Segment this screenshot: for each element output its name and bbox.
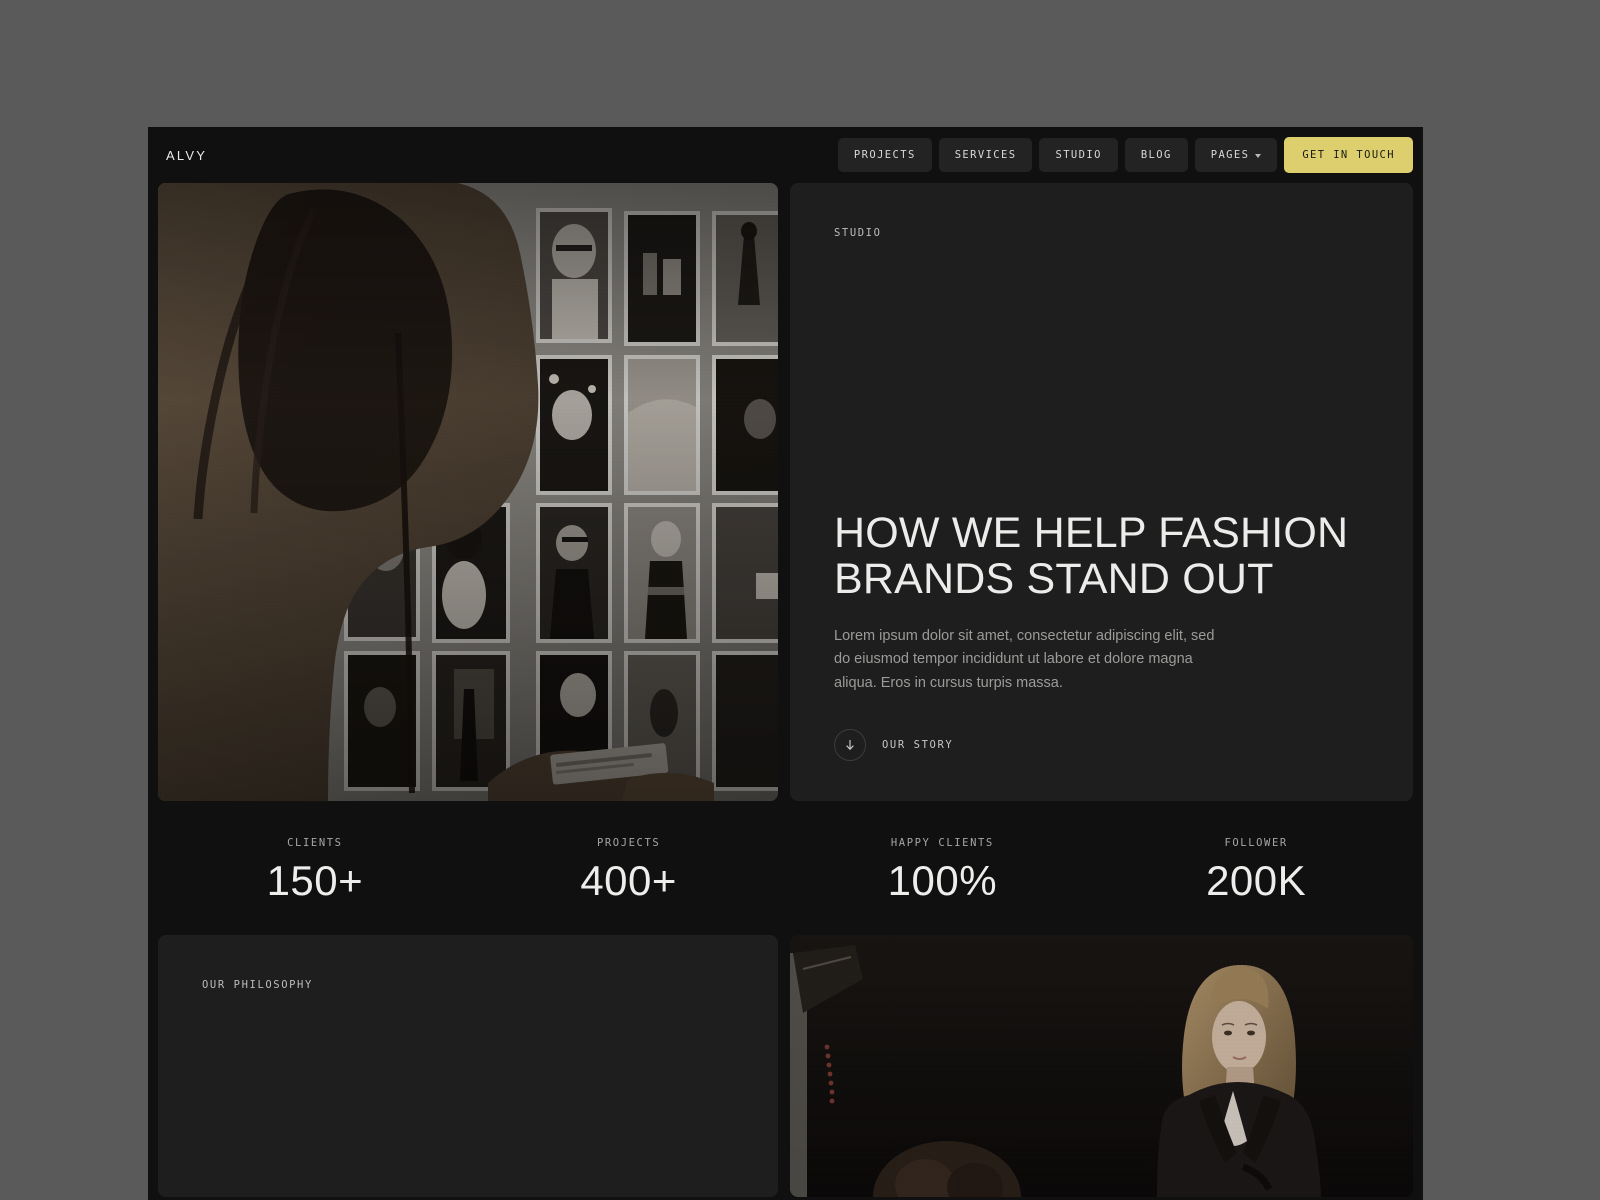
arrow-down-icon	[834, 729, 866, 761]
stats-section: CLIENTS 150+ PROJECTS 400+ HAPPY CLIENTS…	[148, 801, 1423, 935]
our-story-label: OUR STORY	[882, 739, 954, 751]
nav-label: BLOG	[1140, 149, 1172, 161]
hero-section: STUDIO HOW WE HELP FASHION BRANDS STAND …	[148, 183, 1423, 801]
hero-spacer	[834, 239, 1369, 510]
stat-label: PROJECTS	[596, 837, 661, 849]
main-navigation: PROJECTS SERVICES STUDIO BLOG PAGES GET …	[837, 137, 1413, 173]
stat-clients: CLIENTS 150+	[158, 837, 472, 905]
get-in-touch-button[interactable]: GET IN TOUCH	[1284, 137, 1413, 173]
philosophy-section: OUR PHILOSOPHY	[148, 935, 1423, 1197]
nav-label: PROJECTS	[853, 149, 916, 161]
stat-happy-clients: HAPPY CLIENTS 100%	[786, 837, 1100, 905]
stat-label: CLIENTS	[287, 837, 343, 849]
chevron-down-icon	[1255, 154, 1262, 158]
nav-item-services[interactable]: SERVICES	[938, 138, 1033, 172]
hero-image	[158, 183, 778, 801]
hero-eyebrow: STUDIO	[834, 227, 882, 239]
nav-label: SERVICES	[954, 149, 1017, 161]
nav-item-projects[interactable]: PROJECTS	[837, 138, 932, 172]
site-canvas: ALVY PROJECTS SERVICES STUDIO BLOG PAGES…	[148, 127, 1423, 1200]
philosophy-card: OUR PHILOSOPHY	[158, 935, 778, 1197]
nav-item-studio[interactable]: STUDIO	[1039, 138, 1118, 172]
page-title: HOW WE HELP FASHION BRANDS STAND OUT	[834, 508, 1349, 604]
hero-text-card: STUDIO HOW WE HELP FASHION BRANDS STAND …	[790, 183, 1413, 801]
philosophy-eyebrow: OUR PHILOSOPHY	[202, 979, 313, 991]
stat-value: 150+	[266, 857, 364, 904]
stat-follower: FOLLOWER 200K	[1099, 837, 1413, 905]
our-story-link[interactable]: OUR STORY	[834, 729, 1369, 761]
stat-label: HAPPY CLIENTS	[890, 837, 994, 849]
nav-label: STUDIO	[1055, 149, 1102, 161]
nav-item-pages[interactable]: PAGES	[1194, 138, 1278, 172]
hero-description: Lorem ipsum dolor sit amet, consectetur …	[834, 627, 1215, 691]
philosophy-image	[790, 935, 1413, 1197]
stat-value: 400+	[580, 857, 677, 904]
stat-projects: PROJECTS 400+	[472, 837, 786, 905]
brand-logo[interactable]: ALVY	[166, 148, 207, 163]
stat-label: FOLLOWER	[1224, 837, 1288, 849]
stat-value: 200K	[1206, 857, 1307, 904]
site-header: ALVY PROJECTS SERVICES STUDIO BLOG PAGES…	[148, 127, 1423, 183]
nav-label: PAGES	[1210, 149, 1250, 161]
stat-value: 100%	[887, 857, 998, 904]
nav-item-blog[interactable]: BLOG	[1124, 138, 1188, 172]
